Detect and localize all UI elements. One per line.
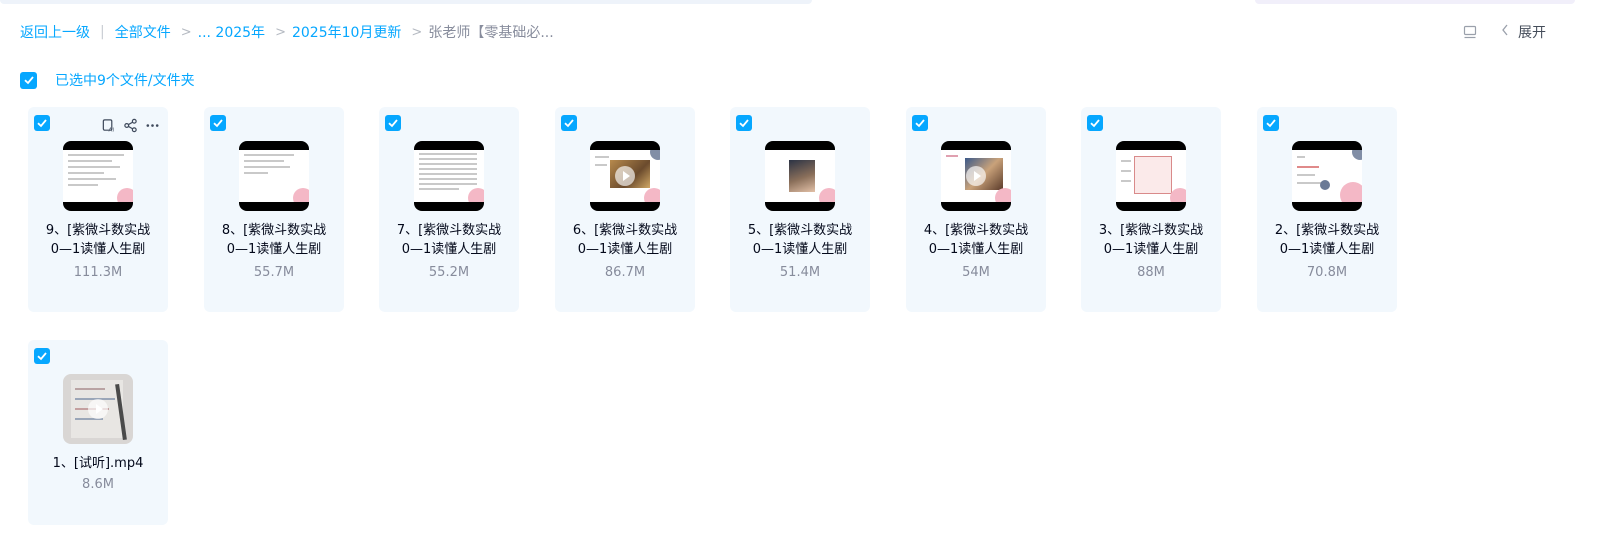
file-name: 5、[紫微斗数实战 0—1读懂人生剧 [747,223,853,257]
share-icon[interactable] [122,117,138,133]
play-icon [615,166,635,186]
file-name: 3、[紫微斗数实战 0—1读懂人生剧 [1098,223,1204,257]
file-browser: 返回上一级 | 全部文件 > ... 2025年 > 2025年10月更新 > … [0,0,1608,548]
file-size: 8.6M [82,477,114,492]
checkbox-checked-icon[interactable] [1087,115,1103,131]
file-name: 4、[紫微斗数实战 0—1读懂人生剧 [923,223,1029,257]
card-actions: AI [100,117,160,133]
more-icon[interactable] [144,117,160,133]
checkbox-checked-icon[interactable] [34,115,50,131]
file-card[interactable]: 3、[紫微斗数实战 0—1读懂人生剧 88M [1081,107,1221,312]
file-size: 111.3M [73,265,123,280]
video-thumbnail [590,141,660,211]
file-card[interactable]: 6、[紫微斗数实战 0—1读懂人生剧 86.7M [555,107,695,312]
file-card[interactable]: 7、[紫微斗数实战 0—1读懂人生剧 55.2M [379,107,519,312]
breadcrumb-separator: > [411,24,423,40]
file-card[interactable]: 8、[紫微斗数实战 0—1读懂人生剧 55.7M [204,107,344,312]
selection-count: 已选中9个文件/文件夹 [55,73,195,89]
select-all-row: 已选中9个文件/文件夹 [20,71,195,89]
back-link[interactable]: 返回上一级 [20,22,90,42]
file-card[interactable]: 5、[紫微斗数实战 0—1读懂人生剧 51.4M [730,107,870,312]
file-name: 2、[紫微斗数实战 0—1读懂人生剧 [1274,223,1380,257]
video-thumbnail [414,141,484,211]
crumb-current-folder: 张老师【零基础必... [428,25,554,41]
file-name: 6、[紫微斗数实战 0—1读懂人生剧 [572,223,678,257]
video-thumbnail [239,141,309,211]
ai-summary-icon[interactable]: AI [100,117,116,133]
file-name: 8、[紫微斗数实战 0—1读懂人生剧 [221,223,327,257]
top-right-panel-edge [1255,0,1575,4]
layout-icon[interactable] [1462,24,1478,40]
file-size: 55.2M [428,265,470,280]
file-name: 7、[紫微斗数实战 0—1读懂人生剧 [396,223,502,257]
expand-button[interactable]: 展开 [1518,22,1546,42]
svg-text:AI: AI [108,127,114,132]
checkbox-checked-icon[interactable] [561,115,577,131]
file-card[interactable]: 1、[试听].mp4 8.6M [28,340,168,525]
checkbox-checked-icon[interactable] [1263,115,1279,131]
breadcrumb-separator: > [275,24,286,40]
file-card[interactable]: 2、[紫微斗数实战 0—1读懂人生剧 70.8M [1257,107,1397,312]
play-icon [966,166,986,186]
video-thumbnail [63,374,133,444]
video-thumbnail [1292,141,1362,211]
checkbox-checked-icon[interactable] [34,348,50,364]
file-size: 54M [962,265,990,280]
file-size: 88M [1137,265,1165,280]
crumb-2025[interactable]: ... 2025年 [198,22,265,42]
video-thumbnail [765,141,835,211]
checkbox-checked-icon[interactable] [736,115,752,131]
breadcrumb: 返回上一级 | 全部文件 > ... 2025年 > 2025年10月更新 > … [20,22,554,42]
file-size: 51.4M [779,265,821,280]
chevron-left-icon[interactable] [1500,23,1510,41]
file-size: 86.7M [604,265,646,280]
checkbox-checked-icon[interactable] [385,115,401,131]
file-size: 70.8M [1306,265,1348,280]
breadcrumb-separator: > [180,24,192,40]
crumb-october-update[interactable]: 2025年10月更新 [292,22,401,42]
file-size: 55.7M [253,265,295,280]
crumb-all-files[interactable]: 全部文件 [115,22,171,42]
play-icon [88,399,108,419]
search-bar-edge [0,0,812,4]
video-thumbnail [1116,141,1186,211]
file-name: 9、[紫微斗数实战 0—1读懂人生剧 [45,223,151,257]
video-thumbnail [941,141,1011,211]
checkbox-checked-icon[interactable] [210,115,226,131]
file-card[interactable]: 4、[紫微斗数实战 0—1读懂人生剧 54M [906,107,1046,312]
file-name: 1、[试听].mp4 [52,456,144,471]
view-toolbar: 展开 [1462,22,1546,42]
breadcrumb-divider: | [100,24,105,40]
checkbox-checked-icon[interactable] [912,115,928,131]
video-thumbnail [63,141,133,211]
select-all-checkbox[interactable] [20,71,37,89]
file-card[interactable]: AI 9、[紫微斗数实战 0—1读懂人生剧 111.3M [28,107,168,312]
